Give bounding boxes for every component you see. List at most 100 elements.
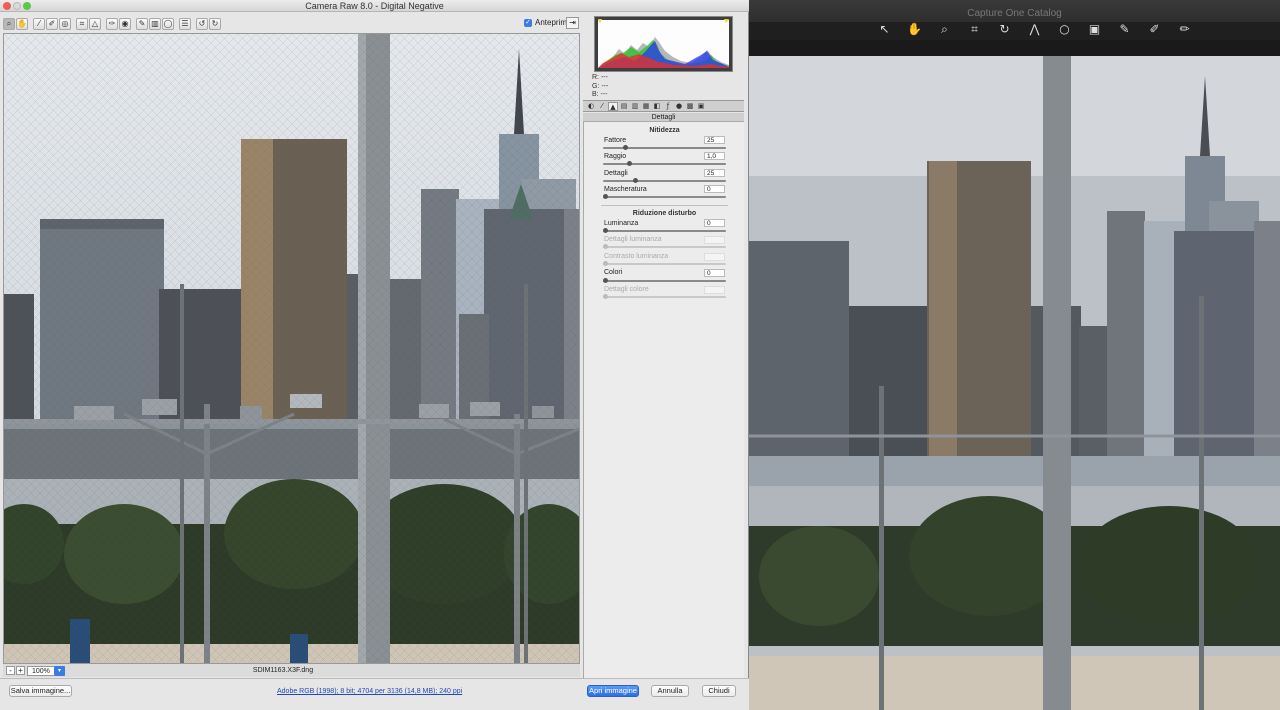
cancel-button[interactable]: Annulla xyxy=(651,685,689,697)
slider-value-field[interactable]: 0 xyxy=(704,185,725,193)
zoom-out-button[interactable]: - xyxy=(6,666,15,675)
open-image-button[interactable]: Apri immagine xyxy=(587,685,639,697)
target-adjust-icon[interactable]: ◎ xyxy=(59,18,71,30)
slider-value-field[interactable]: 25 xyxy=(704,169,725,177)
zoom-window-button[interactable] xyxy=(23,2,31,10)
zoom-icon[interactable]: ⌕ xyxy=(3,18,15,30)
cursor-icon[interactable]: ↖ xyxy=(876,22,894,36)
crop-icon[interactable]: ⌗ xyxy=(76,18,88,30)
preferences-icon[interactable]: ☰ xyxy=(179,18,191,30)
image-preview[interactable] xyxy=(3,33,580,664)
color-slider[interactable] xyxy=(603,278,726,283)
crop-icon[interactable]: ⌗ xyxy=(966,22,984,37)
fullscreen-button[interactable]: ⇥ xyxy=(566,17,579,29)
noise-section-title: Riduzione disturbo xyxy=(632,210,697,217)
red-readout: R: --- xyxy=(592,74,608,81)
minimize-window-button[interactable] xyxy=(13,2,21,10)
slider-value-field[interactable]: 25 xyxy=(704,136,725,144)
slider-value-field xyxy=(704,286,725,294)
rgb-readout: R: --- G: --- B: --- xyxy=(592,74,608,100)
camera-raw-window: Camera Raw 8.0 - Digital Negative ⌕ ✋ ⁄ … xyxy=(0,0,749,710)
slider-thumb[interactable] xyxy=(626,161,632,166)
slider-thumb[interactable] xyxy=(623,145,629,150)
eraser-icon[interactable]: ✏ xyxy=(1176,22,1194,36)
color-detail-slider xyxy=(603,294,726,299)
graduated-filter-icon[interactable]: ▥ xyxy=(149,18,161,30)
tab-effects[interactable]: ◧ xyxy=(652,102,662,111)
color-sampler-icon[interactable]: ✐ xyxy=(46,18,58,30)
capture-one-toolbar: ↖ ✋ ⌕ ⌗ ↻ ⋀ ○ ▣ ✎ ✐ ✏ xyxy=(749,18,1280,40)
pan-icon[interactable]: ✋ xyxy=(906,22,924,36)
luminance-contrast-slider xyxy=(603,261,726,266)
radius-slider[interactable] xyxy=(603,161,726,166)
slider-label: Raggio xyxy=(604,153,627,160)
picker-icon[interactable]: ✎ xyxy=(1116,22,1134,36)
adjustment-brush-icon[interactable]: ✎ xyxy=(136,18,148,30)
hand-icon[interactable]: ✋ xyxy=(16,18,28,30)
tab-basic[interactable]: ◐ xyxy=(586,102,596,111)
slider-label: Dettagli colore xyxy=(604,286,649,293)
slider-thumb xyxy=(603,261,608,266)
capture-one-image-viewer[interactable] xyxy=(749,56,1280,710)
slider-value-field xyxy=(704,253,725,261)
preview-checkbox[interactable]: ✓ xyxy=(524,18,532,27)
preview-toggle[interactable]: ✓ Anteprima xyxy=(524,18,571,27)
save-image-button[interactable]: Salva immagine... xyxy=(9,685,72,697)
white-balance-icon[interactable]: ⁄ xyxy=(33,18,45,30)
dialog-footer: Salva immagine... Adobe RGB (1998); 8 bi… xyxy=(0,678,749,710)
spot-icon[interactable]: ○ xyxy=(1056,22,1074,36)
slider-thumb xyxy=(603,294,608,299)
keystone-icon[interactable]: ⋀ xyxy=(1026,22,1044,36)
slider-label: Contrasto luminanza xyxy=(604,253,669,260)
slider-label: Fattore xyxy=(604,137,627,144)
green-readout: G: --- xyxy=(592,82,609,90)
grid-icon[interactable]: ▣ xyxy=(1086,22,1104,36)
slider-thumb[interactable] xyxy=(603,278,608,283)
slider-thumb[interactable] xyxy=(632,178,638,183)
slider-value-field[interactable]: 0 xyxy=(704,219,725,227)
window-title: Camera Raw 8.0 - Digital Negative xyxy=(0,0,749,12)
tab-lens-corrections[interactable]: ▦ xyxy=(641,102,651,111)
done-button[interactable]: Chiudi xyxy=(702,685,736,697)
histogram xyxy=(594,16,733,72)
zoom-in-button[interactable]: + xyxy=(16,666,25,675)
slider-value-field[interactable]: 1,0 xyxy=(704,152,725,160)
panel-header: Dettagli xyxy=(583,113,744,122)
tab-detail[interactable]: ▲ xyxy=(608,101,618,111)
tab-snapshots[interactable]: ▩ xyxy=(685,102,695,111)
tab-tone-curve[interactable]: ⁄ xyxy=(597,102,607,111)
tab-hsl[interactable]: ▤ xyxy=(619,102,629,111)
capture-one-window: Capture One Catalog ↖ ✋ ⌕ ⌗ ↻ ⋀ ○ ▣ ✎ ✐ … xyxy=(749,0,1280,710)
capture-one-info-strip xyxy=(749,40,1280,56)
tab-settings[interactable]: ▣ xyxy=(696,102,706,111)
tab-split-toning[interactable]: ▥ xyxy=(630,102,640,111)
straighten-icon[interactable]: △ xyxy=(89,18,101,30)
spot-removal-icon[interactable]: ✑ xyxy=(106,18,118,30)
masking-slider[interactable] xyxy=(603,194,726,199)
detail-panel: Nitidezza Fattore 25 Raggio 1,0 Dettagli… xyxy=(583,122,744,678)
rotate-icon[interactable]: ↻ xyxy=(996,22,1014,36)
close-window-button[interactable] xyxy=(3,2,11,10)
rotate-right-icon[interactable]: ↻ xyxy=(209,18,221,30)
luminance-slider[interactable] xyxy=(603,228,726,233)
slider-value-field[interactable]: 0 xyxy=(704,269,725,277)
brush-icon[interactable]: ✐ xyxy=(1146,22,1164,36)
amount-slider[interactable] xyxy=(603,145,726,150)
slider-thumb[interactable] xyxy=(603,228,608,233)
loupe-icon[interactable]: ⌕ xyxy=(936,22,954,37)
red-eye-icon[interactable]: ◉ xyxy=(119,18,131,30)
capture-one-photo xyxy=(749,56,1280,710)
slider-thumb xyxy=(603,244,608,249)
slider-thumb[interactable] xyxy=(603,194,608,199)
detail-slider[interactable] xyxy=(603,178,726,183)
tab-camera-calibration[interactable]: ƒ xyxy=(663,102,673,111)
rotate-left-icon[interactable]: ↺ xyxy=(196,18,208,30)
workflow-options-link[interactable]: Adobe RGB (1998); 8 bit; 4704 per 3136 (… xyxy=(277,688,462,695)
panel-tabs: ◐ ⁄ ▲ ▤ ▥ ▦ ◧ ƒ ● ▩ ▣ xyxy=(583,100,744,112)
slider-label: Colori xyxy=(604,269,623,276)
tab-presets[interactable]: ● xyxy=(674,102,684,111)
tool-bar: ⌕ ✋ ⁄ ✐ ◎ ⌗ △ ✑ ◉ ✎ ▥ ◯ ☰ ↺ ↻ xyxy=(3,16,583,32)
slider-label: Mascheratura xyxy=(604,186,647,193)
chevron-down-icon[interactable]: ▾ xyxy=(54,666,65,676)
radial-filter-icon[interactable]: ◯ xyxy=(162,18,174,30)
